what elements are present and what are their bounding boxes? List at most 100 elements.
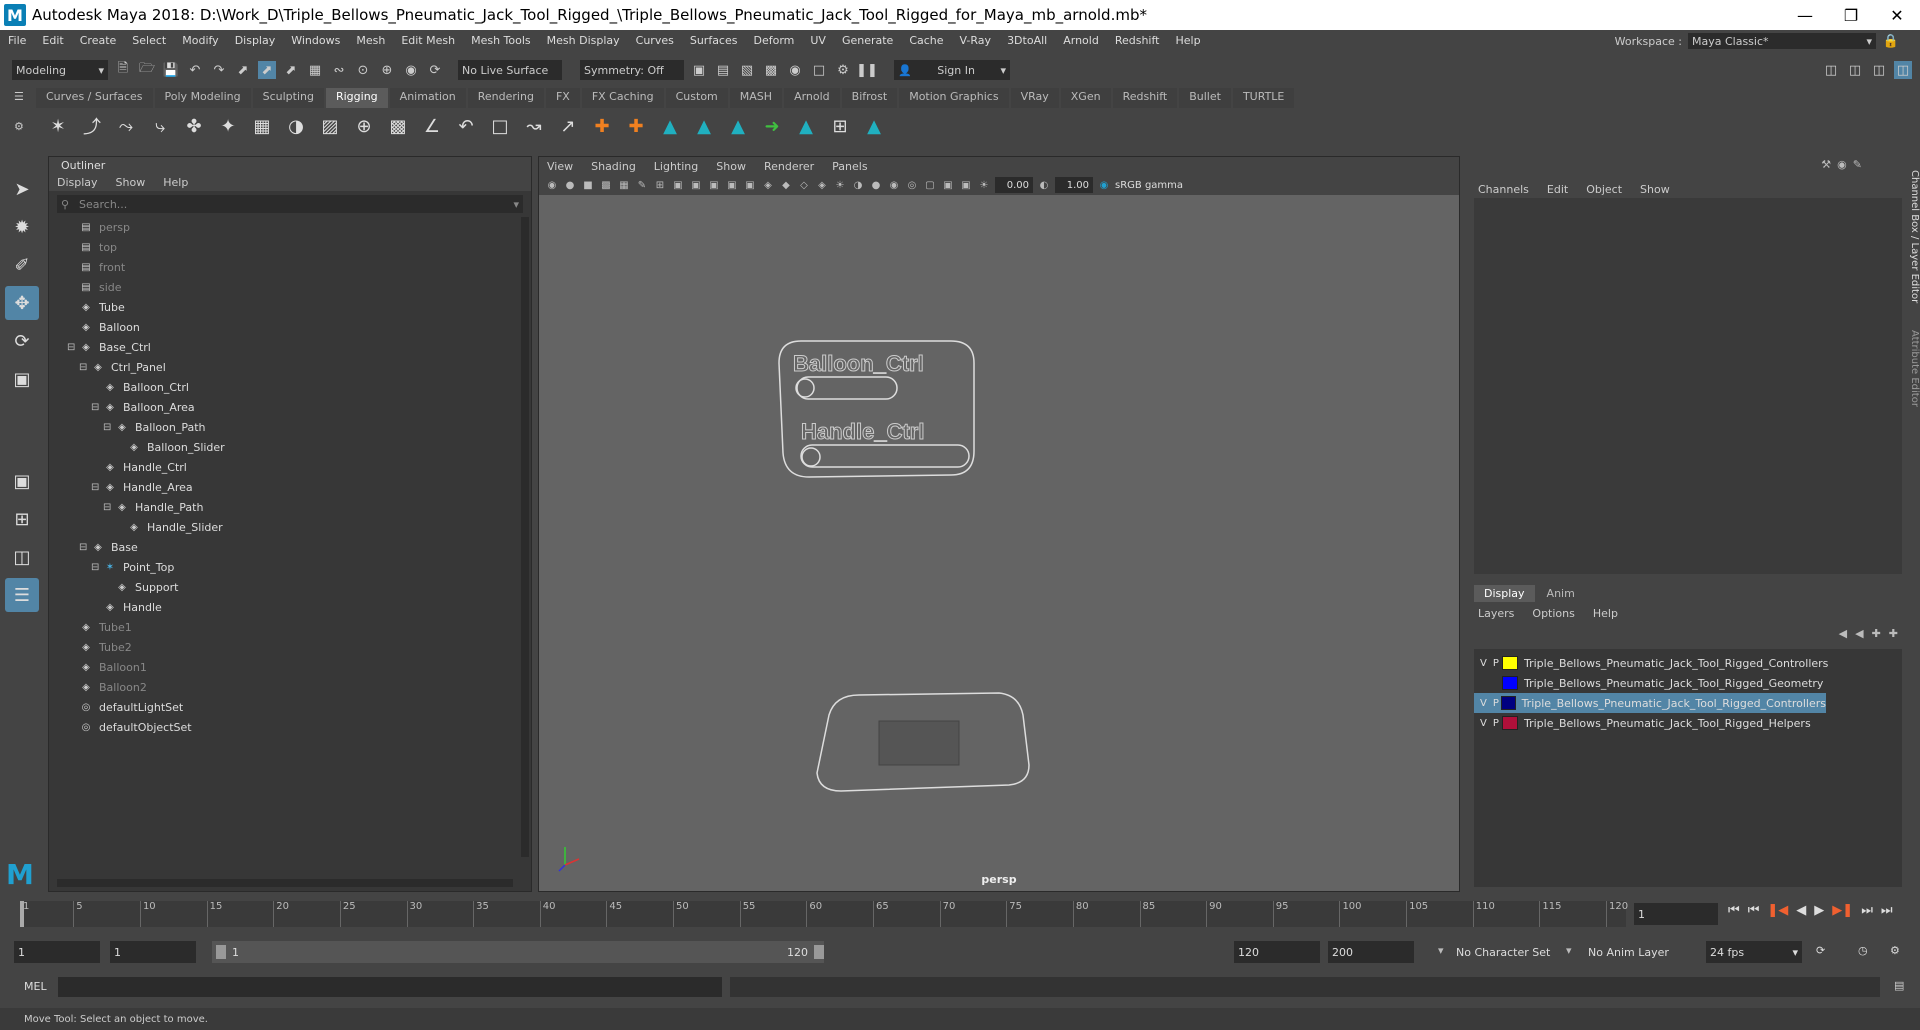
move-layer-up-icon[interactable]: ◀ (1839, 627, 1847, 640)
pole-vector-icon[interactable]: ↗ (554, 112, 582, 140)
anim-layer-field[interactable]: No Anim Layer (1584, 941, 1684, 963)
layer-row[interactable]: V P Triple_Bellows_Pneumatic_Jack_Tool_Rig… (1474, 713, 1902, 733)
outliner-item[interactable]: ⊟ ◈ Base (79, 537, 138, 557)
move-tool-icon[interactable]: ✥ (5, 286, 39, 320)
collapse-icon[interactable]: ⊟ (103, 502, 113, 513)
outliner-item[interactable]: ⊟ ◈ Handle_Path (103, 497, 203, 517)
xray-icon[interactable]: ▣ (941, 178, 955, 192)
viewport-canvas[interactable]: Balloon_Ctrl Handle_Ctrl (539, 195, 1459, 885)
outliner-item[interactable]: ▤ top (79, 237, 117, 257)
ipr-render-icon[interactable]: ▧ (738, 61, 756, 79)
resolution-gate-icon[interactable]: ▣ (689, 178, 703, 192)
viewport-menu-lighting[interactable]: Lighting (654, 160, 698, 173)
step-back-frame-icon[interactable]: ❚◀ (1767, 903, 1788, 918)
menu-display[interactable]: Display (235, 34, 276, 47)
layers-menu-help[interactable]: Help (1593, 607, 1618, 620)
base-control-curve[interactable] (816, 692, 1030, 792)
exposure-icon[interactable]: ☀ (977, 178, 991, 192)
menu-modify[interactable]: Modify (182, 34, 218, 47)
outliner-menu-display[interactable]: Display (57, 176, 98, 189)
viewport-menu-show[interactable]: Show (716, 160, 746, 173)
ik-handle-icon[interactable]: ⤴ (78, 112, 106, 140)
shelf-menu-icon[interactable]: ☰ (14, 90, 30, 106)
outliner-item[interactable]: ◎ defaultObjectSet (79, 717, 192, 737)
play-backward-icon[interactable]: ◀ (1796, 903, 1806, 918)
menu-curves[interactable]: Curves (636, 34, 674, 47)
layer-row[interactable]: V P Triple_Bellows_Pneumatic_Jack_Tool_Rig… (1474, 693, 1826, 713)
grid-icon[interactable]: ⊞ (653, 178, 667, 192)
menu-uv[interactable]: UV (810, 34, 826, 47)
grease-pencil-icon[interactable]: ✎ (635, 178, 649, 192)
outliner-item[interactable]: ▤ side (79, 277, 121, 297)
loop-icon[interactable]: ⟳ (1816, 944, 1825, 957)
menu-mesh[interactable]: Mesh (356, 34, 385, 47)
tab-display[interactable]: Display (1474, 585, 1535, 602)
lasso-tool-icon[interactable]: ✹ (5, 210, 39, 244)
gate-mask-icon[interactable]: ▣ (707, 178, 721, 192)
isolate-select-icon[interactable]: ▢ (923, 178, 937, 192)
joint-tool-icon[interactable]: ✶ (44, 112, 72, 140)
outliner-item[interactable]: ⊟ ◈ Ctrl_Panel (79, 357, 166, 377)
camera-attr-icon[interactable]: ● (563, 178, 577, 192)
target-icon[interactable]: ◉ (1837, 158, 1847, 171)
go-to-end-icon[interactable]: ⏭ (1881, 903, 1893, 918)
outliner-item[interactable]: ◎ defaultLightSet (79, 697, 184, 717)
base-mesh[interactable] (878, 720, 960, 766)
layer-visibility-toggle[interactable]: VP (1474, 718, 1502, 729)
step-back-key-icon[interactable]: ⏮ (1748, 903, 1760, 918)
arnold-light-icon[interactable]: ▲ (656, 112, 684, 140)
sign-in-button[interactable]: 👤 Sign In ▾ (894, 60, 1010, 80)
menu-create[interactable]: Create (80, 34, 117, 47)
move-layer-down-icon[interactable]: ◀ (1855, 627, 1863, 640)
snap-view-icon[interactable]: ⊕ (378, 61, 396, 79)
menu-surfaces[interactable]: Surfaces (690, 34, 738, 47)
channels-menu-channels[interactable]: Channels (1478, 183, 1529, 196)
outliner-item[interactable]: ⊟ ✶ Point_Top (91, 557, 174, 577)
redo-icon[interactable]: ↷ (210, 61, 228, 79)
viewport-menu-renderer[interactable]: Renderer (764, 160, 814, 173)
anim-end-field[interactable]: 200 (1328, 941, 1414, 963)
color-management-icon[interactable]: ◉ (1097, 178, 1111, 192)
menu-vray[interactable]: V-Ray (960, 34, 992, 47)
tab-custom[interactable]: Custom (665, 88, 728, 108)
locator-icon[interactable]: ✚ (588, 112, 616, 140)
live-surface-field[interactable]: No Live Surface (458, 60, 562, 80)
fps-dropdown[interactable]: 24 fps ▾ (1706, 941, 1802, 963)
lock-icon[interactable]: 🔒 (1882, 32, 1900, 50)
outliner-menu-show[interactable]: Show (116, 176, 146, 189)
safe-action-icon[interactable]: ▣ (743, 178, 757, 192)
arnold-render-icon[interactable]: ▲ (792, 112, 820, 140)
character-controls-icon[interactable]: ◫ (1846, 61, 1864, 79)
outliner-layout-icon[interactable]: ☰ (5, 578, 39, 612)
humanik-icon[interactable]: ✤ (180, 112, 208, 140)
layers-menu-options[interactable]: Options (1532, 607, 1574, 620)
layers-menu-layers[interactable]: Layers (1478, 607, 1514, 620)
render-frame-icon[interactable]: ▣ (690, 61, 708, 79)
layer-color-swatch[interactable] (1502, 656, 1518, 670)
arnold-texture-icon[interactable]: ▲ (860, 112, 888, 140)
character-set-field[interactable]: No Character Set (1452, 941, 1564, 963)
start-time-field[interactable]: 1 (14, 941, 100, 963)
tab-animation[interactable]: Animation (389, 88, 466, 108)
single-perspective-icon[interactable]: ▣ (5, 464, 39, 498)
smooth-shade-icon[interactable]: ◆ (779, 178, 793, 192)
outliner-item[interactable]: ◈ Handle_Slider (127, 517, 223, 537)
outliner-menu-help[interactable]: Help (163, 176, 188, 189)
arnold-grid-icon[interactable]: ⊞ (826, 112, 854, 140)
select-tool-icon[interactable]: ➤ (5, 172, 39, 206)
arnold-export-icon[interactable]: ➜ (758, 112, 786, 140)
outliner-scrollbar[interactable] (521, 217, 529, 857)
layer-playback-flag[interactable]: P (1493, 718, 1499, 729)
paint-select-icon[interactable]: ✐ (5, 248, 39, 282)
time-ruler[interactable]: 1 5 10 15 20 25 30 35 40 45 50 55 60 65 70 75 80 85 90 95 10… (20, 901, 1628, 927)
outliner-item[interactable]: ◈ Balloon (79, 317, 140, 337)
select-object-icon[interactable]: ⬈ (258, 61, 276, 79)
outliner-search-input[interactable]: ⚲ Search... ▾ (57, 195, 523, 213)
menu-cache[interactable]: Cache (909, 34, 943, 47)
xray-joints-icon[interactable]: ▣ (959, 178, 973, 192)
tab-rendering[interactable]: Rendering (467, 88, 544, 108)
select-hierarchy-icon[interactable]: ⬈ (234, 61, 252, 79)
collapse-icon[interactable]: ⊟ (67, 342, 77, 353)
menu-edit[interactable]: Edit (42, 34, 63, 47)
close-icon[interactable]: ✕ (1874, 0, 1920, 30)
